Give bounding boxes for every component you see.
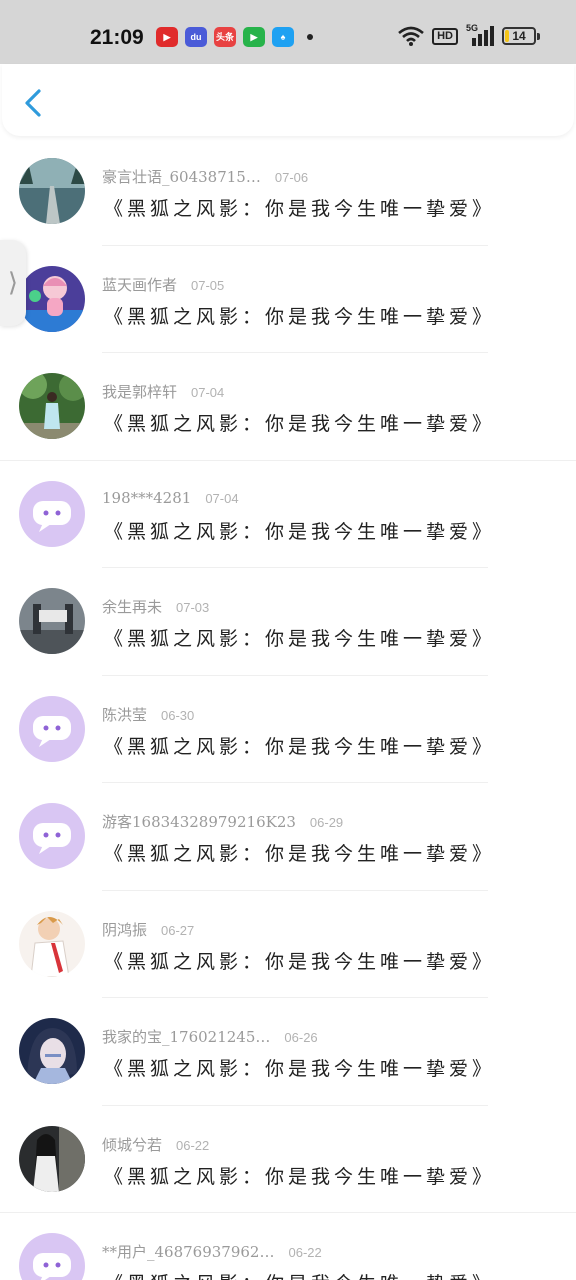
notification-icons: ▶ du 头条 ▶ ♠ (156, 27, 313, 47)
comment-message: 《黑狐之风影：你是我今生唯一挚爱》 (104, 198, 496, 220)
comment-date: 07-03 (176, 600, 210, 615)
comment-username[interactable]: 我家的宝_176021245… (102, 1028, 270, 1046)
comment-username-row: 倾城兮若 06-22 (102, 1134, 209, 1155)
comment-date: 06-30 (161, 707, 195, 723)
comment-username[interactable]: 豪言壮语_60438715… (102, 168, 261, 186)
avatar[interactable] (19, 373, 85, 439)
comment-username-row: 蓝天画作者 07-05 (102, 274, 224, 295)
comment-item[interactable]: 游客16834328979216K23 06-29 《黑狐之风影：你是我今生唯一挚爱… (0, 783, 576, 891)
comment-message: 《黑狐之风影：你是我今生唯一挚爱》 (104, 1058, 496, 1080)
toutiao-app-icon: 头条 (214, 27, 236, 47)
avatar[interactable] (19, 695, 85, 762)
comment-list: 豪言壮语_60438715… 07-06 《黑狐之风影：你是我今生唯一挚爱》 蓝天画作… (0, 138, 576, 1280)
avatar[interactable] (19, 158, 85, 224)
comment-message: 《黑狐之风影：你是我今生唯一挚爱》 (104, 843, 496, 865)
chevron-left-icon[interactable] (20, 88, 46, 118)
status-bar: 21:09 ▶ du 头条 ▶ ♠ HD 5G 14 (0, 0, 576, 64)
comment-date: 07-04 (191, 385, 225, 400)
comment-date: 06-27 (161, 922, 195, 938)
comment-item[interactable]: 倾城兮若 06-22 《黑狐之风影：你是我今生唯一挚爱》 (0, 1106, 576, 1213)
comment-date: 07-06 (274, 170, 309, 185)
status-time: 21:09 (90, 26, 144, 49)
comment-date: 07-04 (205, 490, 239, 506)
comment-username[interactable]: 我是郭梓轩 (102, 383, 177, 401)
avatar[interactable] (19, 803, 85, 869)
comment-message: 《黑狐之风影：你是我今生唯一挚爱》 (104, 735, 496, 758)
comment-item[interactable]: 我家的宝_176021245… 06-26 《黑狐之风影：你是我今生唯一挚爱》 (0, 998, 576, 1106)
comment-username-row: 阴鸿振 06-27 (102, 919, 194, 940)
battery-cap (537, 33, 540, 40)
side-edge-handle[interactable]: ⟩ (0, 240, 26, 326)
comment-username-row: 豪言壮语_60438715… 07-06 (102, 166, 308, 187)
comment-message: 《黑狐之风影：你是我今生唯一挚爱》 (104, 413, 496, 435)
comment-date: 07-05 (191, 277, 225, 293)
comment-item[interactable]: 阴鸿振 06-27 《黑狐之风影：你是我今生唯一挚爱》 (0, 891, 576, 998)
comment-date: 06-22 (176, 1137, 210, 1153)
comment-username-row: 余生再未 07-03 (102, 596, 209, 617)
comment-item[interactable]: 余生再未 07-03 《黑狐之风影：你是我今生唯一挚爱》 (0, 568, 576, 676)
video-app-icon: ▶ (156, 27, 178, 47)
signal-icon: 5G (466, 23, 494, 46)
comment-message: 《黑狐之风影：你是我今生唯一挚爱》 (104, 305, 496, 328)
battery-icon: 14 (502, 27, 540, 45)
avatar[interactable] (19, 1125, 85, 1192)
avatar[interactable] (19, 480, 85, 547)
top-nav-bar (2, 64, 574, 136)
comment-item[interactable]: **用户_46876937962… 06-22 《黑狐之风影：你是我今生唯一挚爱》 (0, 1213, 576, 1280)
comment-date: 06-29 (309, 815, 344, 830)
comment-message: 《黑狐之风影：你是我今生唯一挚爱》 (104, 1269, 495, 1280)
chevron-right-icon: ⟩ (7, 268, 19, 298)
system-icons: HD 5G 14 (398, 23, 540, 46)
comment-username[interactable]: 198***4281 (102, 489, 191, 507)
comment-username-row: **用户_46876937962… 06-22 (102, 1241, 322, 1262)
comment-username[interactable]: 游客16834328979216K23 (102, 813, 296, 831)
avatar[interactable] (19, 588, 85, 654)
qq-app-icon: ♠ (272, 27, 294, 47)
avatar[interactable] (19, 1018, 85, 1084)
comment-username[interactable]: 阴鸿振 (102, 921, 147, 939)
comment-item[interactable]: 蓝天画作者 07-05 《黑狐之风影：你是我今生唯一挚爱》 (0, 246, 576, 353)
comment-date: 06-26 (284, 1030, 318, 1045)
battery-fill (505, 30, 510, 42)
comment-date: 06-22 (288, 1245, 322, 1260)
comment-message: 《黑狐之风影：你是我今生唯一挚爱》 (104, 1165, 496, 1188)
comment-item[interactable]: 我是郭梓轩 07-04 《黑狐之风影：你是我今生唯一挚爱》 (0, 353, 576, 461)
comment-username-row: 我家的宝_176021245… 06-26 (102, 1026, 318, 1047)
avatar[interactable] (19, 1233, 85, 1280)
avatar[interactable] (19, 910, 85, 977)
comment-username[interactable]: 倾城兮若 (102, 1136, 162, 1154)
hd-badge: HD (432, 27, 458, 45)
comment-item[interactable]: 豪言壮语_60438715… 07-06 《黑狐之风影：你是我今生唯一挚爱》 (0, 138, 576, 246)
comment-username[interactable]: 余生再未 (102, 598, 162, 616)
comment-message: 《黑狐之风影：你是我今生唯一挚爱》 (104, 520, 496, 543)
comment-message: 《黑狐之风影：你是我今生唯一挚爱》 (104, 628, 496, 650)
baidu-app-icon: du (185, 27, 207, 47)
comment-username[interactable]: **用户_46876937962… (102, 1243, 274, 1261)
comment-username-row: 我是郭梓轩 07-04 (102, 381, 224, 402)
comment-username[interactable]: 蓝天画作者 (102, 276, 177, 294)
comment-item[interactable]: 陈洪莹 06-30 《黑狐之风影：你是我今生唯一挚爱》 (0, 676, 576, 783)
network-type-label: 5G (466, 23, 479, 33)
comment-username-row: 陈洪莹 06-30 (102, 704, 194, 725)
comment-username[interactable]: 陈洪莹 (102, 706, 147, 724)
battery-level: 14 (512, 29, 526, 43)
wifi-icon (398, 26, 424, 46)
comment-message: 《黑狐之风影：你是我今生唯一挚爱》 (104, 950, 496, 973)
comment-username-row: 198***4281 07-04 (102, 489, 239, 507)
avatar[interactable] (19, 265, 85, 332)
iqiyi-app-icon: ▶ (243, 27, 265, 47)
comment-item[interactable]: 198***4281 07-04 《黑狐之风影：你是我今生唯一挚爱》 (0, 461, 576, 568)
comment-username-row: 游客16834328979216K23 06-29 (102, 811, 343, 832)
more-notifications-dot (307, 34, 313, 40)
